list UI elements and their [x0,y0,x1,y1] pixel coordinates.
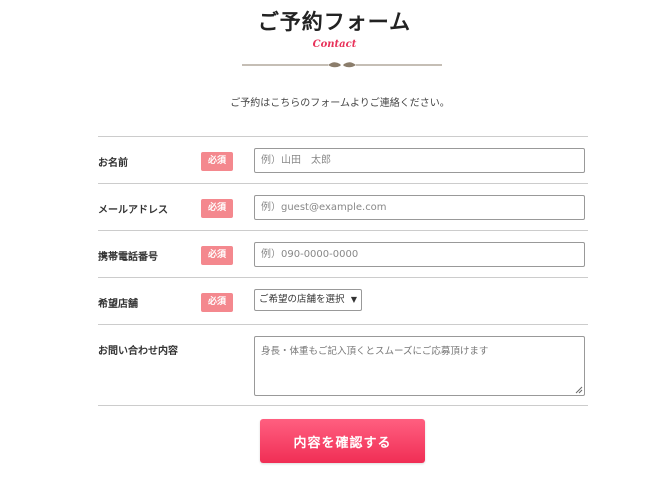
email-input[interactable] [254,195,585,220]
store-label: 希望店舗 [98,299,138,310]
phone-label: 携帯電話番号 [98,252,158,263]
message-label: お問い合わせ内容 [98,346,178,357]
form-row-phone: 携帯電話番号 必須 [98,230,588,277]
contact-page: ご予約フォーム Contact ご予約はこちらのフォームよりご連絡ください。 お… [0,0,669,479]
form-row-email: メールアドレス 必須 [98,183,588,230]
page-title: ご予約フォーム [257,9,412,34]
required-badge: 必須 [201,199,233,218]
page-subtitle: Contact [312,39,357,50]
required-badge: 必須 [201,152,233,171]
reservation-form: お名前 必須 メールアドレス 必須 携帯電話番号 必須 希望店舗 必須 ご希望の… [98,136,588,406]
store-select-value: ご希望の店舗を選択 [259,294,345,305]
email-label: メールアドレス [98,205,168,216]
store-select[interactable]: ご希望の店舗を選択 ▼ [254,289,362,311]
required-badge: 必須 [201,246,233,265]
name-label: お名前 [98,158,128,169]
divider-ornament-icon [242,62,442,68]
form-row-store: 希望店舗 必須 ご希望の店舗を選択 ▼ [98,277,588,324]
message-textarea[interactable] [254,336,585,396]
name-input[interactable] [254,148,585,173]
required-badge: 必須 [201,293,233,312]
intro-text: ご予約はこちらのフォームよりご連絡ください。 [230,98,450,109]
caret-down-icon: ▼ [350,295,357,304]
form-row-name: お名前 必須 [98,136,588,183]
confirm-button[interactable]: 内容を確認する [260,419,425,463]
phone-input[interactable] [254,242,585,267]
form-row-message: お問い合わせ内容 [98,324,588,406]
